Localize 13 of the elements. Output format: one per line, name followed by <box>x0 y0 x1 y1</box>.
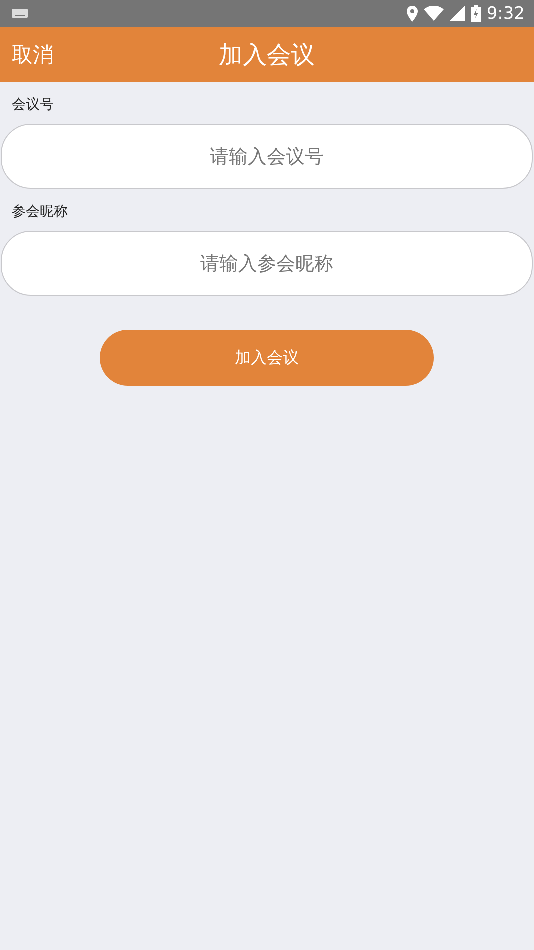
field-label: 会议号 <box>12 96 54 114</box>
keyboard-icon <box>12 9 28 18</box>
clock-time: 9:32 <box>486 4 525 24</box>
input-field[interactable]: 请输入会议号 <box>1 124 533 189</box>
field-label: 参会昵称 <box>12 203 68 221</box>
input-field[interactable]: 请输入参会昵称 <box>1 231 533 296</box>
battery-icon <box>470 5 481 22</box>
page-title: 加入会议 <box>219 40 315 70</box>
wifi-icon <box>424 6 444 21</box>
signal-icon <box>450 6 465 21</box>
location-icon <box>406 6 418 22</box>
cancel-button[interactable]: 取消 <box>0 40 66 68</box>
join-button[interactable]: 加入会议 <box>100 330 434 386</box>
